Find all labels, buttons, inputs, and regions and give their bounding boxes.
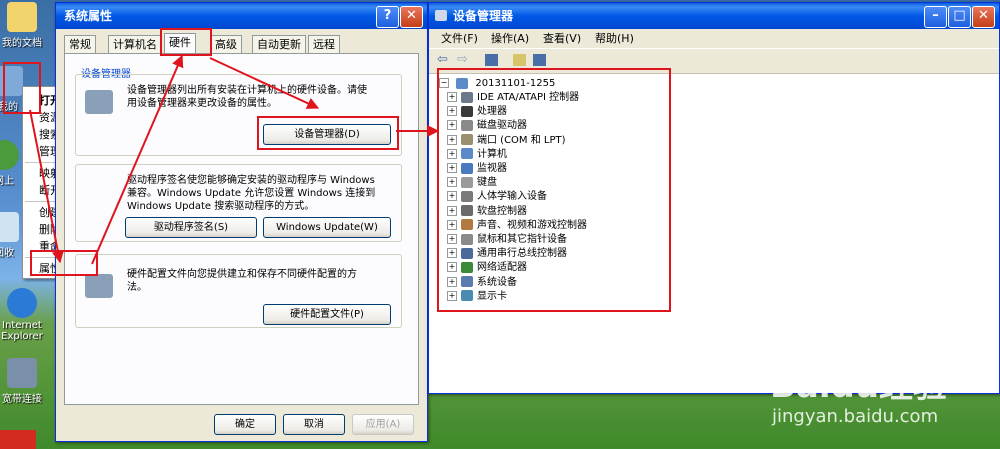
watermark-logo: Baidu经验	[770, 366, 948, 406]
highlight-device-tree	[437, 68, 671, 312]
watermark-url: jingyan.baidu.com	[772, 406, 939, 427]
arrow-icon	[209, 57, 320, 109]
arrow-icon	[91, 54, 184, 265]
highlight-my-computer	[3, 62, 41, 114]
highlight-hardware-tab	[160, 28, 212, 56]
highlight-properties-menu-item	[30, 250, 98, 276]
arrow-icon	[29, 109, 64, 264]
highlight-device-manager-button	[257, 116, 399, 150]
